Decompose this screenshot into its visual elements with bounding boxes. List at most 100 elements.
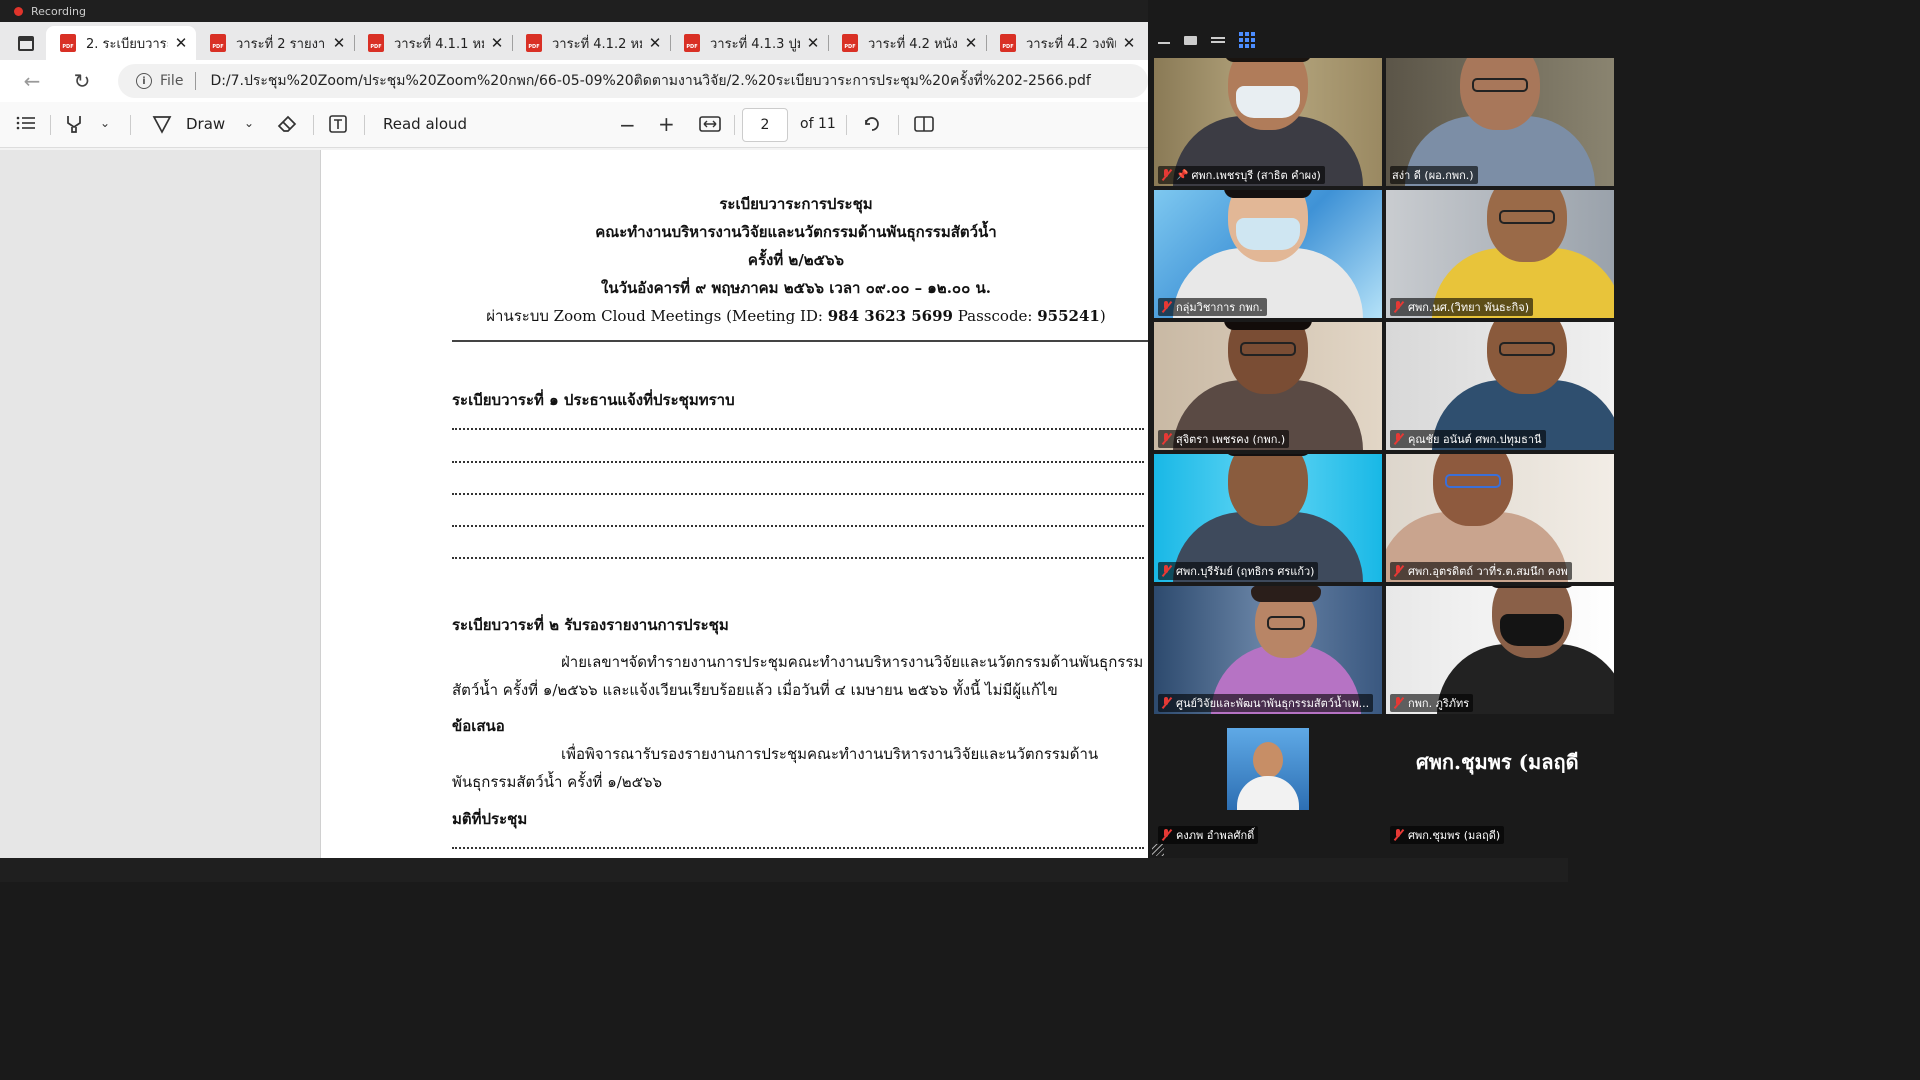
close-icon[interactable]: ✕ xyxy=(1122,34,1136,52)
meeting-suffix: ) xyxy=(1099,307,1106,325)
participant-name-tag: กพก. ภูริภัทร xyxy=(1390,694,1474,712)
blank-line xyxy=(452,557,1144,559)
participant-tile[interactable]: ศูนย์วิจัยและพัฒนาพันธุกรรมสัตว์น้ำเพ... xyxy=(1154,586,1382,714)
blank-line xyxy=(452,847,1144,849)
resize-handle-icon[interactable] xyxy=(1152,844,1164,856)
muted-mic-icon xyxy=(1160,301,1172,313)
pdf-icon: PDF xyxy=(526,34,542,52)
participant-name-tag: คงภพ อำพลศักดิ์ xyxy=(1158,826,1259,844)
participant-tile[interactable]: ศพก.บุรีรัมย์ (ฤทธิกร ศรแก้ว) xyxy=(1154,454,1382,582)
close-icon[interactable]: ✕ xyxy=(174,34,188,52)
muted-mic-icon xyxy=(1392,301,1404,313)
pdf-viewer[interactable]: ระเบียบวาระการประชุม คณะทำงานบริหารงานวิ… xyxy=(0,150,1148,858)
tab-item[interactable]: PDF วาระที่ 4.2 หนังสื ✕ xyxy=(828,26,986,60)
pdf-icon: PDF xyxy=(210,34,226,52)
tab-item[interactable]: PDF วาระที่ 2 รายงาน ✕ xyxy=(196,26,354,60)
participant-tile[interactable]: คุณชัย อนันต์ ศพก.ปทุมธานี xyxy=(1386,322,1614,450)
draw-icon[interactable] xyxy=(152,114,172,134)
page-number-value: 2 xyxy=(760,117,770,133)
info-icon[interactable]: i xyxy=(136,73,152,89)
eraser-icon[interactable] xyxy=(277,114,297,134)
pdf-icon: PDF xyxy=(842,34,858,52)
close-icon[interactable]: ✕ xyxy=(648,34,662,52)
participant-name-tag: สุจิตรา เพชรคง (กพก.) xyxy=(1158,430,1290,448)
participant-name-tag: สง่า ดี (ผอ.กพก.) xyxy=(1390,166,1478,184)
fit-width-icon[interactable] xyxy=(699,115,721,133)
resolution-heading: มติที่ประชุม xyxy=(452,810,528,828)
participant-tile[interactable]: 📌 ศพก.เพชรบุรี (สาธิต คำผง) xyxy=(1154,58,1382,186)
zoom-in-icon[interactable]: + xyxy=(658,112,675,136)
tab-title: 2. ระเบียบวาระกา xyxy=(86,36,168,52)
participant-name: ศูนย์วิจัยและพัฒนาพันธุกรรมสัตว์น้ำเพ... xyxy=(1176,697,1370,710)
agenda-2-heading: ระเบียบวาระที่ ๒ รับรองรายงานการประชุม xyxy=(452,616,729,634)
tab-item[interactable]: PDF วาระที่ 4.1.1 หม ✕ xyxy=(354,26,512,60)
participant-name-tag: 📌 ศพก.เพชรบุรี (สาธิต คำผง) xyxy=(1158,166,1325,184)
url-field[interactable]: i File D:/7.ประชุม%20Zoom/ประชุม%20Zoom%… xyxy=(118,64,1148,98)
highlight-icon[interactable] xyxy=(64,114,84,134)
blank-line xyxy=(452,493,1144,495)
muted-mic-icon xyxy=(1160,169,1172,181)
read-aloud-button[interactable]: Read aloud xyxy=(383,115,467,133)
participant-name-tag: ศพก.อุตรดิตถ์ วาที่ร.ต.สมนึก คงพ xyxy=(1390,562,1572,580)
pdf-icon: PDF xyxy=(368,34,384,52)
recording-indicator: Recording xyxy=(0,0,1148,22)
gallery-view-controls xyxy=(1148,22,1568,58)
participant-tile[interactable]: กลุ่มวิชาการ กพก. xyxy=(1154,190,1382,318)
page-total: of 11 xyxy=(800,116,836,132)
paragraph-text: พันธุกรรมสัตว์น้ำ ครั้งที่ ๑/๒๕๖๖ xyxy=(452,773,663,791)
participant-tile[interactable]: สง่า ดี (ผอ.กพก.) xyxy=(1386,58,1614,186)
close-icon[interactable]: ✕ xyxy=(964,34,978,52)
muted-mic-icon xyxy=(1392,829,1404,841)
participant-name-tag: ศพก.บุรีรัมย์ (ฤทธิกร ศรแก้ว) xyxy=(1158,562,1319,580)
tab-title: วาระที่ 4.1.3 ปูม้ xyxy=(710,36,800,52)
strip-view-icon[interactable] xyxy=(1211,34,1225,46)
participant-tile[interactable]: ศพก.ชุมพร (มลฤดี ศพก.ชุมพร (มลฤดี) xyxy=(1386,718,1614,846)
gallery-view-icon[interactable] xyxy=(1239,32,1255,48)
blank-line xyxy=(452,461,1144,463)
minimize-icon[interactable] xyxy=(1158,42,1170,44)
tab-item[interactable]: PDF วาระที่ 4.1.2 หม ✕ xyxy=(512,26,670,60)
tab-item[interactable]: PDF วาระที่ 4.2 วงพิเ ✕ xyxy=(986,26,1144,60)
tab-agenda[interactable]: PDF 2. ระเบียบวาระกา ✕ xyxy=(46,26,196,60)
pin-icon: 📌 xyxy=(1176,169,1189,181)
back-button[interactable]: ← xyxy=(18,67,46,95)
muted-mic-icon xyxy=(1160,829,1172,841)
zoom-gallery: 📌 ศพก.เพชรบุรี (สาธิต คำผง) สง่า ดี (ผอ.ก… xyxy=(1148,22,1614,858)
tab-strip: PDF 2. ระเบียบวาระกา ✕ PDF วาระที่ 2 ราย… xyxy=(0,22,1148,60)
file-label: File xyxy=(160,73,184,89)
muted-mic-icon xyxy=(1392,697,1404,709)
doc-date: ในวันอังคารที่ ๙ พฤษภาคม ๒๕๖๖ เวลา ๐๙.๐๐… xyxy=(601,279,991,297)
participant-tile[interactable]: สุจิตรา เพชรคง (กพก.) xyxy=(1154,322,1382,450)
agenda-1-heading: ระเบียบวาระที่ ๑ ประธานแจ้งที่ประชุมทราบ xyxy=(452,391,735,409)
profile-photo xyxy=(1227,728,1309,810)
speaker-view-icon[interactable] xyxy=(1184,35,1197,45)
participant-tile[interactable]: คงภพ อำพลศักดิ์ xyxy=(1154,718,1382,846)
participant-name-tag: ศพก.ชุมพร (มลฤดี) xyxy=(1390,826,1505,844)
chevron-down-icon[interactable]: ⌄ xyxy=(244,116,254,130)
close-icon[interactable]: ✕ xyxy=(332,34,346,52)
close-icon[interactable]: ✕ xyxy=(806,34,820,52)
address-bar: ← ↻ i File D:/7.ประชุม%20Zoom/ประชุม%20Z… xyxy=(0,60,1148,102)
participant-tile[interactable]: กพก. ภูริภัทร xyxy=(1386,586,1614,714)
reload-button[interactable]: ↻ xyxy=(68,67,96,95)
tab-actions-button[interactable] xyxy=(6,26,46,60)
paragraph-text: เพื่อพิจารณารับรองรายงานการประชุมคณะทำงา… xyxy=(561,745,1099,763)
rotate-icon[interactable] xyxy=(862,114,882,134)
tab-title: วาระที่ 4.2 หนังสื xyxy=(868,36,958,52)
doc-meeting-info: ผ่านระบบ Zoom Cloud Meetings (Meeting ID… xyxy=(321,304,1148,328)
text-box-icon[interactable] xyxy=(328,114,348,134)
tab-item[interactable]: PDF วาระที่ 4.1.3 ปูม้ ✕ xyxy=(670,26,828,60)
page-number-input[interactable]: 2 xyxy=(742,108,788,142)
zoom-out-icon[interactable]: − xyxy=(619,113,636,137)
draw-button[interactable]: Draw xyxy=(186,115,225,133)
participant-display-name: ศพก.ชุมพร (มลฤดี xyxy=(1416,750,1579,774)
close-icon[interactable]: ✕ xyxy=(490,34,504,52)
contents-list-icon[interactable] xyxy=(16,115,36,131)
participant-name: คุณชัย อนันต์ ศพก.ปทุมธานี xyxy=(1408,433,1542,446)
participant-tile[interactable]: ศพก.นศ.(วิทยา พันธะกิจ) xyxy=(1386,190,1614,318)
chevron-down-icon[interactable]: ⌄ xyxy=(100,116,110,130)
page-view-icon[interactable] xyxy=(913,114,935,134)
tab-actions-icon xyxy=(18,35,34,51)
participant-tile[interactable]: ศพก.อุตรดิตถ์ วาที่ร.ต.สมนึก คงพ xyxy=(1386,454,1614,582)
doc-committee: คณะทำงานบริหารงานวิจัยและนวัตกรรมด้านพัน… xyxy=(595,223,997,241)
